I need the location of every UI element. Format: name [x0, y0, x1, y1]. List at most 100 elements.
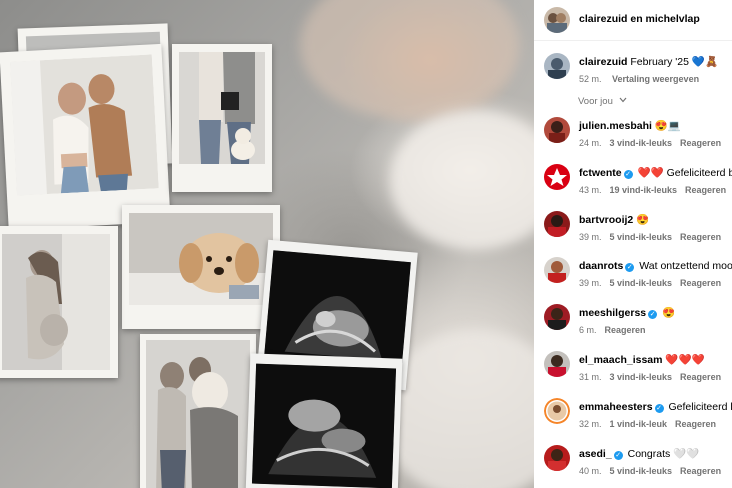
comments-panel: clairezuid en michelvlap clairezuid Febr…	[534, 0, 732, 488]
header-avatar[interactable]	[544, 7, 570, 33]
comment-likes[interactable]: 5 vind-ik-leuks	[610, 466, 673, 476]
photo-dog	[129, 213, 273, 305]
comment-time: 6 m.	[579, 325, 597, 336]
plush-blur	[390, 110, 534, 250]
comment-avatar[interactable]	[544, 397, 570, 424]
caption-time: 52 m.	[579, 74, 602, 84]
photo-couple-holding-dog	[146, 340, 250, 488]
comment-likes[interactable]: 3 vind-ik-leuks	[610, 372, 673, 382]
reply-button[interactable]: Reageren	[680, 278, 721, 288]
comment-text-line: meeshilgerss ✓ 😍	[579, 306, 675, 320]
reply-button[interactable]: Reageren	[680, 372, 721, 382]
caption-meta: 52 m. Vertaling weergeven	[579, 73, 707, 85]
post-image[interactable]	[0, 0, 534, 488]
comment-row: meeshilgerss ✓ 😍 6 m. Reageren	[544, 304, 732, 344]
reply-button[interactable]: Reageren	[680, 138, 721, 148]
caption-username[interactable]: clairezuid	[579, 56, 627, 68]
comment-text-line: fctwente ✓ ❤️❤️ Gefeliciteerd be	[579, 166, 732, 180]
comment-time: 39 m.	[579, 278, 602, 289]
reply-button[interactable]: Reageren	[605, 325, 646, 335]
comment-avatar[interactable]	[544, 444, 570, 471]
comment-avatar[interactable]	[544, 304, 570, 331]
comment-text-line: emmaheesters✓ Gefeliciteerd lie	[579, 400, 732, 414]
comment-username[interactable]: daanrots	[579, 260, 623, 272]
comment-text: 😍	[662, 307, 676, 320]
verified-badge-icon: ✓	[623, 169, 633, 179]
caption-avatar[interactable]	[544, 53, 570, 79]
comment-time: 31 m.	[579, 372, 602, 382]
comment-row: emmaheesters✓ Gefeliciteerd lie 32 m. 1 vi…	[544, 397, 732, 438]
polaroid-couple-dog	[140, 334, 256, 488]
comment-meta: 43 m. 19 vind-ik-leuks Reageren	[579, 184, 732, 196]
comment-likes[interactable]: 3 vind-ik-leuks	[610, 138, 673, 148]
comment-text-line: el_maach_issam ❤️❤️❤️	[579, 353, 705, 367]
translate-link[interactable]: Vertaling weergeven	[612, 74, 699, 84]
comment-text: 😍💻	[654, 120, 682, 132]
ultrasound-scan-2	[245, 353, 403, 488]
header-divider	[534, 40, 732, 41]
polaroid-pregnant	[0, 226, 118, 378]
comment-meta: 6 m. Reageren	[579, 324, 654, 336]
caption-text: February '25 💙🧸	[630, 56, 719, 68]
comment-likes[interactable]: 19 vind-ik-leuks	[610, 185, 678, 195]
comment-time: 39 m.	[579, 231, 602, 242]
instagram-post-view: clairezuid en michelvlap clairezuid Febr…	[0, 0, 732, 488]
comment-username[interactable]: emmaheesters	[579, 401, 653, 413]
comment-username[interactable]: el_maach_issam	[579, 354, 662, 366]
comment-username[interactable]: meeshilgerss	[579, 307, 646, 319]
comment-row: asedi_ ✓ Congrats 🤍🤍 40 m. 5 vind-ik-leuks R…	[544, 444, 732, 485]
caption-text-line: clairezuid February '25 💙🧸	[579, 55, 718, 69]
comment-avatar[interactable]	[544, 351, 570, 377]
comment-username[interactable]: asedi_	[579, 448, 612, 460]
comment-meta: 31 m. 3 vind-ik-leuks Reageren	[579, 371, 729, 383]
verified-badge-icon: ✓	[625, 263, 635, 273]
comment-time: 40 m.	[579, 465, 602, 476]
comment-avatar[interactable]	[544, 257, 570, 284]
photo-pregnant	[2, 234, 110, 370]
comment-likes[interactable]: 1 vind-ik-leuk	[610, 419, 668, 429]
comment-time: 43 m.	[579, 184, 602, 195]
post-header: clairezuid en michelvlap	[544, 7, 732, 33]
comment-row: julien.mesbahi 😍💻 24 m. 3 vind-ik-leuks Rea…	[544, 117, 732, 157]
comment-row: daanrots ✓ Wat ontzettend mooi 39 m. 5 vind…	[544, 257, 732, 297]
comment-meta: 24 m. 3 vind-ik-leuks Reageren	[579, 137, 729, 149]
comment-time: 24 m.	[579, 138, 602, 148]
comment-row: fctwente ✓ ❤️❤️ Gefeliciteerd be 43 m. 19 v…	[544, 163, 732, 204]
comment-username[interactable]: julien.mesbahi	[579, 120, 652, 132]
comment-text: ❤️❤️❤️	[665, 354, 705, 366]
comment-time: 32 m.	[579, 418, 602, 429]
comment-username[interactable]: bartvrooij2	[579, 214, 633, 226]
comment-avatar[interactable]	[544, 210, 570, 237]
comment-text-line: bartvrooij2 😍	[579, 213, 649, 227]
comment-text: Gefeliciteerd lie	[668, 400, 732, 413]
comment-likes[interactable]: 5 vind-ik-leuks	[610, 232, 673, 242]
chevron-down-icon	[619, 95, 627, 106]
verified-badge-icon: ✓	[648, 310, 658, 320]
polaroid-dog	[122, 205, 280, 329]
comment-text: ❤️❤️ Gefeliciteerd be	[637, 166, 732, 179]
comment-text: Congrats 🤍🤍	[627, 447, 700, 460]
comment-avatar[interactable]	[544, 163, 570, 190]
ultrasound-image-2	[251, 363, 397, 488]
reply-button[interactable]: Reageren	[685, 185, 726, 195]
comment-meta: 32 m. 1 vind-ik-leuk Reageren	[579, 418, 724, 430]
comment-text: Wat ontzettend mooi	[639, 260, 732, 273]
comment-meta: 39 m. 5 vind-ik-leuks Reageren	[579, 277, 729, 289]
reply-button[interactable]: Reageren	[680, 466, 721, 476]
comment-text-line: julien.mesbahi 😍💻	[579, 119, 681, 133]
comment-likes[interactable]: 5 vind-ik-leuks	[610, 278, 673, 288]
comment-text-line: asedi_ ✓ Congrats 🤍🤍	[579, 447, 699, 461]
reply-button[interactable]: Reageren	[675, 419, 716, 429]
comment-username[interactable]: fctwente	[579, 167, 622, 179]
comment-filter[interactable]: Voor jou	[578, 96, 627, 107]
reply-button[interactable]: Reageren	[680, 232, 721, 242]
header-accounts[interactable]: clairezuid en michelvlap	[579, 13, 700, 25]
photo-couple-dog	[179, 52, 265, 164]
caption: clairezuid February '25 💙🧸 52 m. Vertali…	[544, 53, 732, 93]
comment-avatar[interactable]	[544, 117, 570, 143]
comment-filter-label: Voor jou	[578, 96, 613, 107]
comment-text: 😍	[636, 213, 650, 226]
comment-row: el_maach_issam ❤️❤️❤️ 31 m. 3 vind-ik-leuk…	[544, 351, 732, 391]
polaroid-ultrasound-couple	[172, 44, 272, 192]
verified-badge-icon: ✓	[613, 450, 623, 460]
